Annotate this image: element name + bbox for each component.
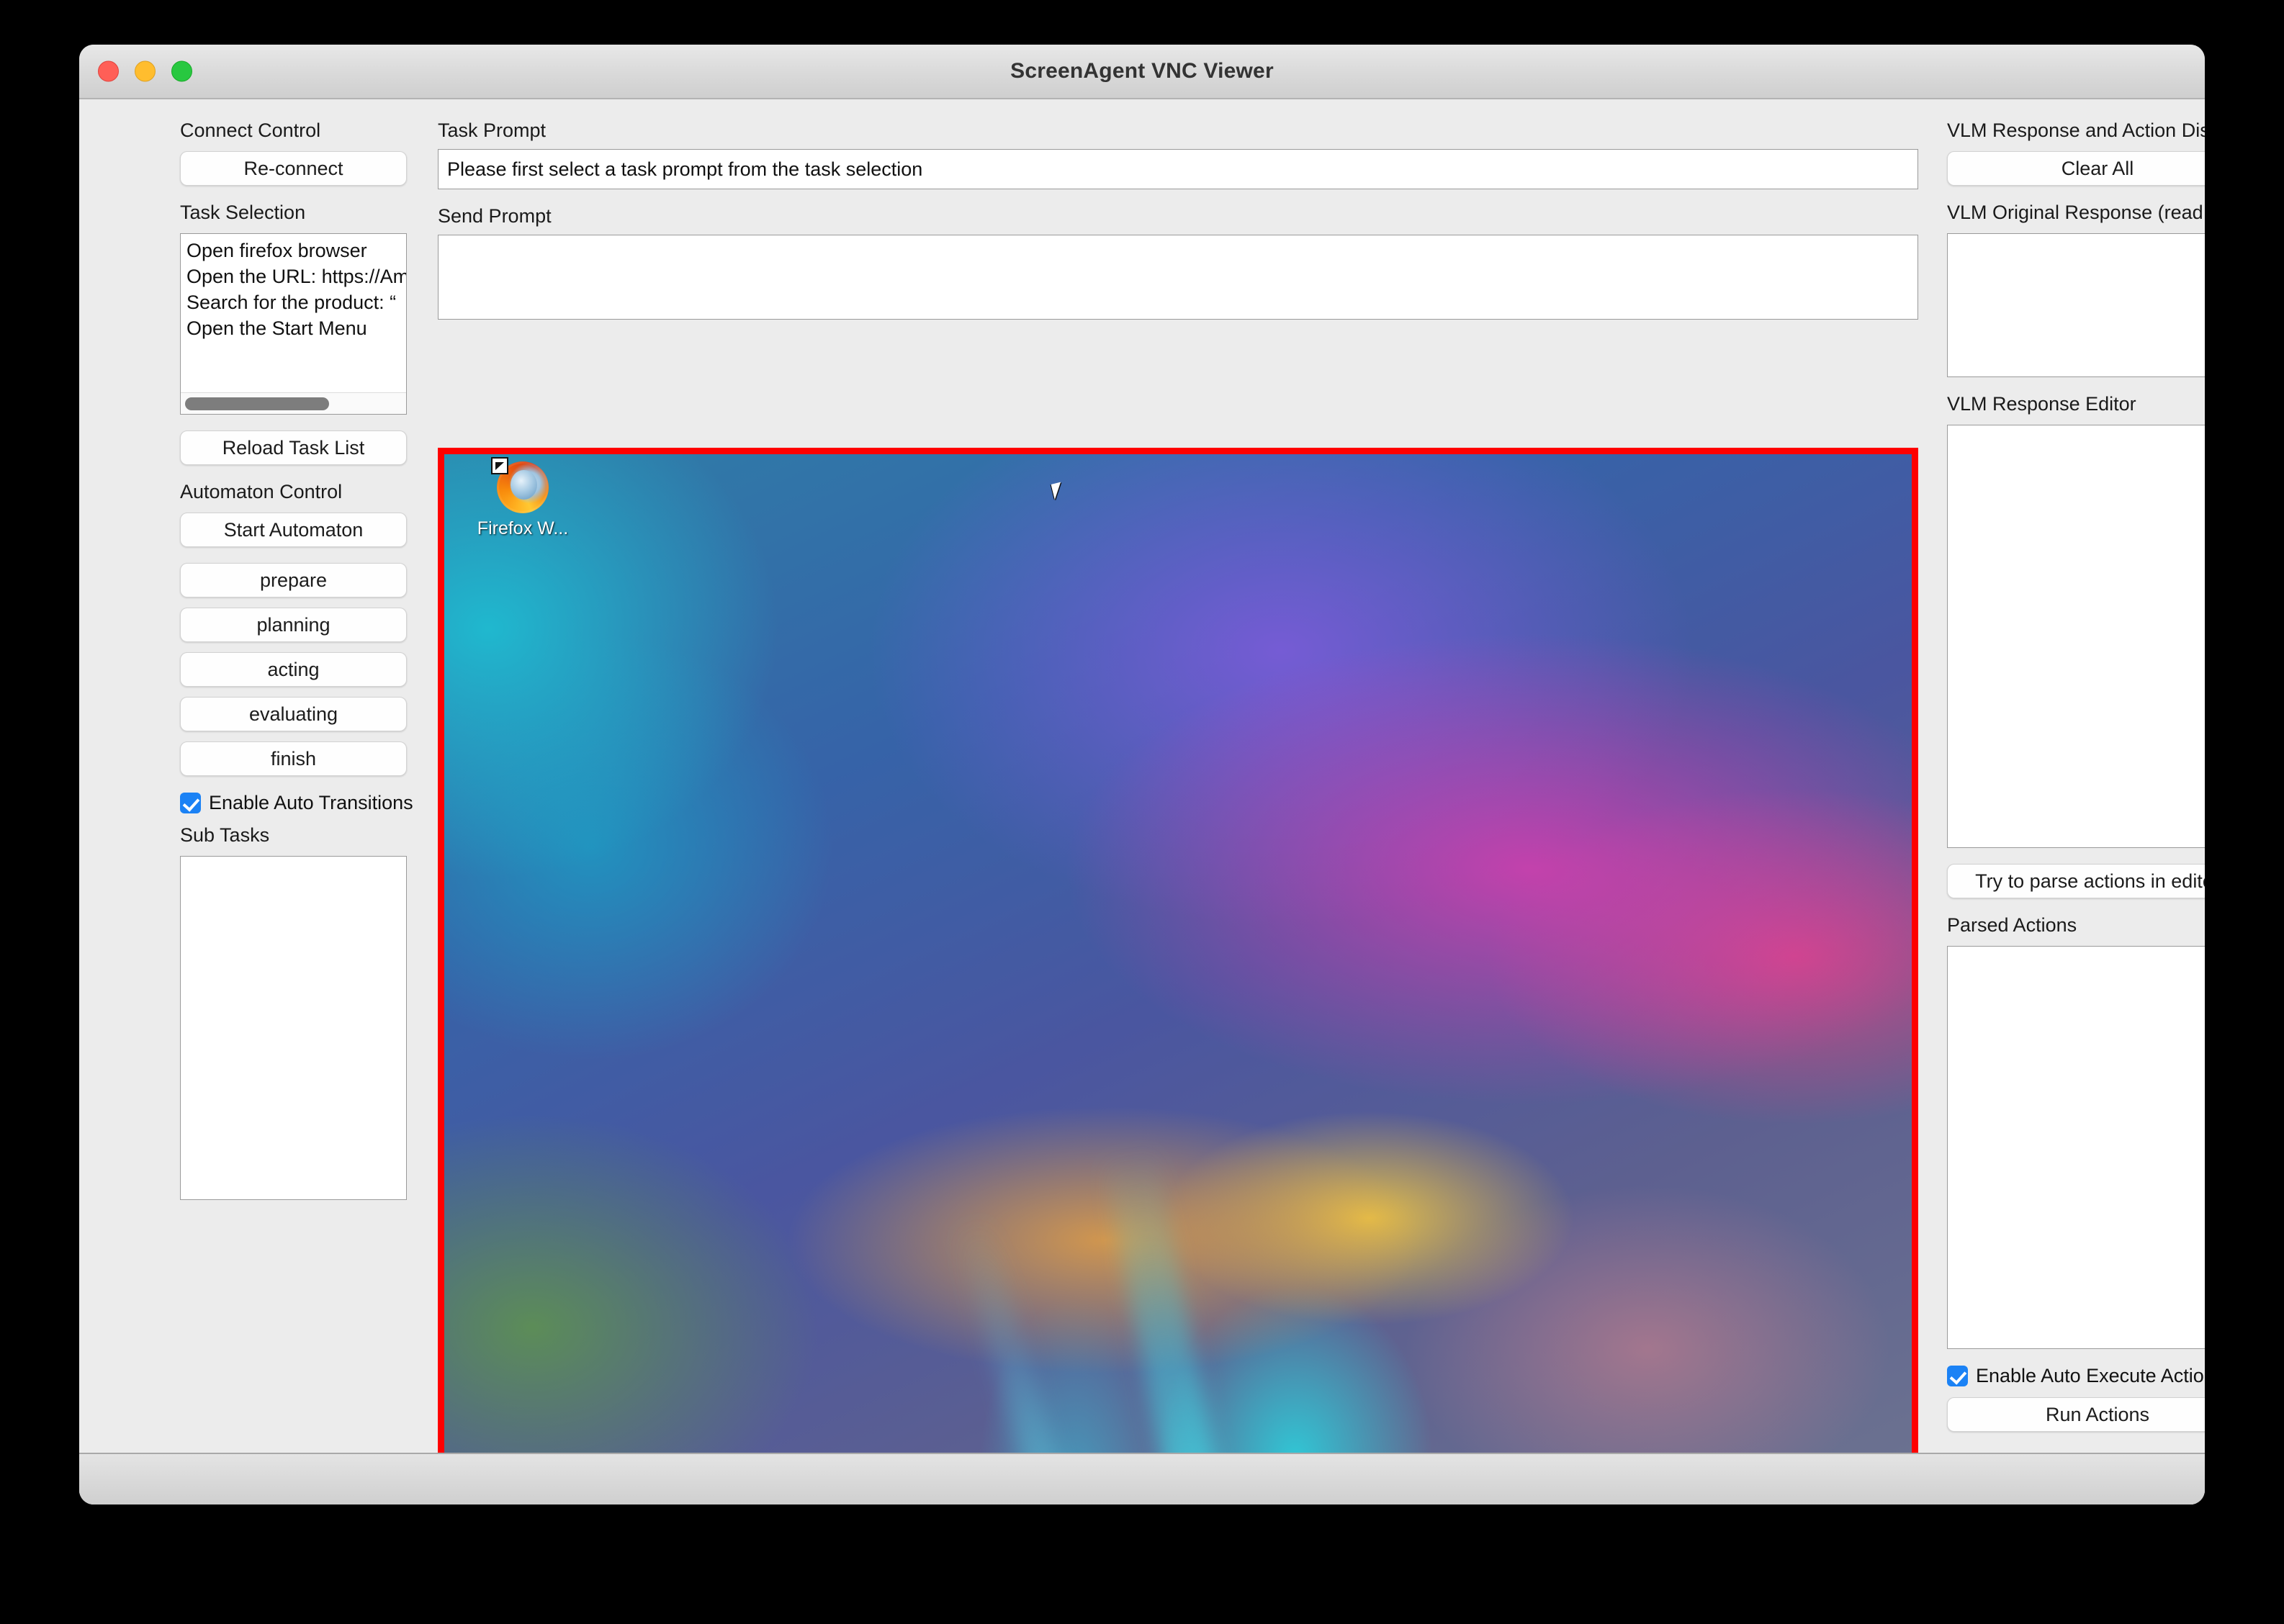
vlm-original-response-label: VLM Original Response (read only): [1947, 202, 2205, 223]
enable-auto-transitions-label: Enable Auto Transitions: [209, 792, 413, 813]
center-panel: Task Prompt Please first select a task p…: [438, 119, 1918, 1505]
aurora-ray-icon: [1101, 1145, 1231, 1505]
enable-auto-execute-checkbox[interactable]: Enable Auto Execute Actions: [1947, 1365, 2205, 1387]
task-selection-list[interactable]: Open firefox browser Open the URL: https…: [180, 233, 407, 415]
vlm-response-editor-label: VLM Response Editor: [1947, 393, 2136, 415]
task-selection-label: Task Selection: [180, 202, 306, 223]
list-item[interactable]: Open the Start Menu: [186, 316, 406, 342]
vlm-original-response-readonly: [1947, 233, 2205, 377]
firefox-icon[interactable]: [491, 457, 549, 513]
task-list-horizontal-scrollbar[interactable]: [181, 392, 406, 414]
shortcut-arrow-badge-icon: [491, 457, 508, 474]
parse-actions-button[interactable]: Try to parse actions in editor: [1947, 864, 2205, 898]
vlm-display-label: VLM Response and Action Display: [1947, 119, 2205, 141]
state-button-evaluating[interactable]: evaluating: [180, 697, 407, 731]
parsed-actions-list[interactable]: [1947, 946, 2205, 1349]
send-prompt-label: Send Prompt: [438, 205, 552, 227]
state-button-planning[interactable]: planning: [180, 608, 407, 642]
connect-control-label: Connect Control: [180, 119, 321, 141]
desktop-icon-label: Firefox W...: [477, 518, 569, 538]
reconnect-button[interactable]: Re-connect: [180, 151, 407, 186]
state-button-prepare[interactable]: prepare: [180, 563, 407, 597]
window-footer-bar: [79, 1453, 2205, 1505]
state-button-acting[interactable]: acting: [180, 652, 407, 687]
desktop-wallpaper: [444, 454, 1912, 1505]
automaton-control-label: Automaton Control: [180, 481, 343, 502]
enable-auto-transitions-checkbox[interactable]: Enable Auto Transitions: [180, 792, 413, 814]
scrollbar-thumb[interactable]: [185, 397, 329, 410]
run-actions-button[interactable]: Run Actions: [1947, 1397, 2205, 1432]
sub-tasks-list[interactable]: [180, 856, 407, 1200]
window-title: ScreenAgent VNC Viewer: [1010, 59, 1274, 83]
application-window: ScreenAgent VNC Viewer Connect Control R…: [79, 45, 2205, 1505]
send-prompt-textarea[interactable]: [438, 235, 1918, 320]
task-prompt-input[interactable]: Please first select a task prompt from t…: [438, 149, 1918, 189]
enable-auto-execute-label: Enable Auto Execute Actions: [1976, 1365, 2205, 1386]
desktop-shortcut-firefox[interactable]: Firefox W...: [469, 457, 577, 539]
window-body: Connect Control Re-connect Task Selectio…: [79, 99, 2205, 1505]
left-sidebar: Connect Control Re-connect Task Selectio…: [180, 119, 413, 1200]
list-item[interactable]: Search for the product: “: [186, 290, 406, 316]
vlm-response-editor-textarea[interactable]: [1947, 425, 2205, 848]
state-button-finish[interactable]: finish: [180, 741, 407, 776]
list-item[interactable]: Open the URL: https://Am: [186, 264, 406, 290]
sub-tasks-label: Sub Tasks: [180, 824, 270, 846]
clear-all-button[interactable]: Clear All: [1947, 151, 2205, 186]
vnc-screen-view[interactable]: Firefox W... 16:59: [438, 448, 1918, 1505]
checkbox-check-icon[interactable]: [180, 793, 201, 813]
window-titlebar: ScreenAgent VNC Viewer: [79, 45, 2205, 99]
right-sidebar: VLM Response and Action Display Clear Al…: [1947, 119, 2205, 1432]
parsed-actions-label: Parsed Actions: [1947, 914, 2077, 936]
reload-task-list-button[interactable]: Reload Task List: [180, 430, 407, 465]
start-automaton-button[interactable]: Start Automaton: [180, 513, 407, 547]
task-prompt-label: Task Prompt: [438, 119, 547, 141]
checkbox-check-icon[interactable]: [1947, 1366, 1968, 1386]
list-item[interactable]: Open firefox browser: [186, 238, 406, 264]
